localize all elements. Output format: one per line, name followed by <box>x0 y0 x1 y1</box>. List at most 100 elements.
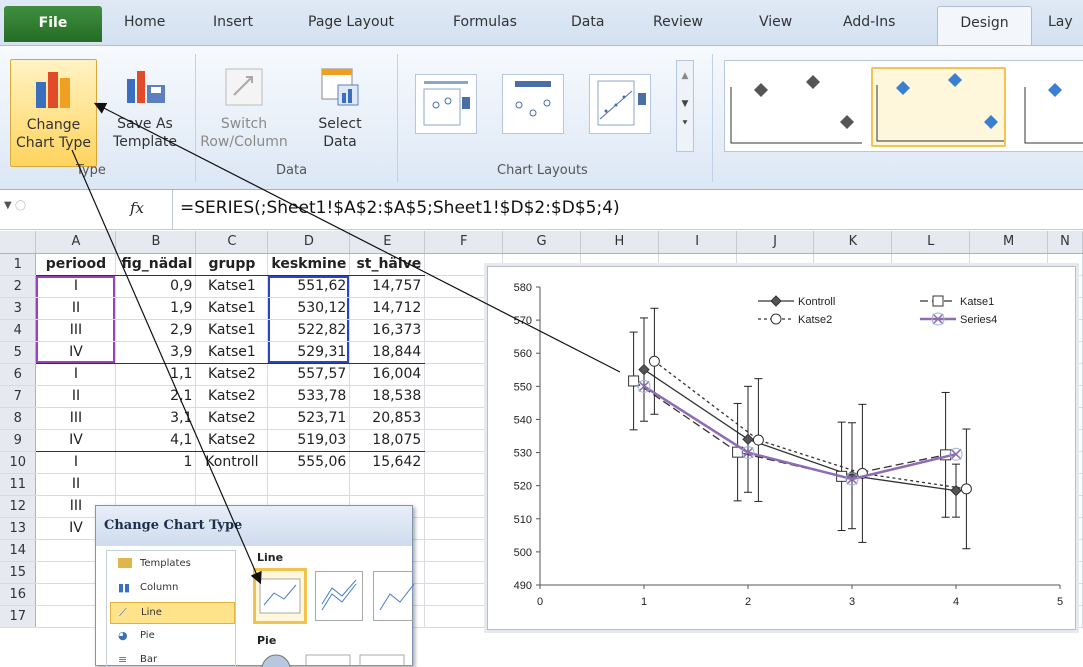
cell[interactable]: IV <box>35 341 117 364</box>
column-header-k[interactable]: K <box>813 231 893 254</box>
cell[interactable] <box>195 473 269 496</box>
line-subtype-2[interactable] <box>315 571 363 621</box>
cell[interactable]: 20,853 <box>349 407 426 430</box>
row-header[interactable]: 7 <box>0 385 37 408</box>
tab-view[interactable]: View <box>759 14 792 46</box>
cell[interactable]: Katse2 <box>195 385 269 408</box>
cell[interactable]: I <box>35 363 117 386</box>
row-header[interactable]: 5 <box>0 341 37 364</box>
cell[interactable]: 555,06 <box>267 451 351 474</box>
select-all-corner[interactable] <box>0 231 37 254</box>
row-header[interactable]: 11 <box>0 473 37 496</box>
row-header[interactable]: 6 <box>0 363 37 386</box>
cell[interactable] <box>349 473 426 496</box>
cell[interactable]: 18,075 <box>349 429 426 452</box>
tab-review[interactable]: Review <box>653 14 703 46</box>
tab-add-ins[interactable]: Add-Ins <box>843 14 895 46</box>
row-header[interactable]: 13 <box>0 517 37 540</box>
cell[interactable]: 14,712 <box>349 297 426 320</box>
row-header[interactable]: 17 <box>0 605 37 628</box>
cell[interactable]: 18,538 <box>349 385 426 408</box>
row-header[interactable]: 15 <box>0 561 37 584</box>
column-header-h[interactable]: H <box>580 231 659 254</box>
cell[interactable]: 3,1 <box>115 407 197 430</box>
change-chart-type-button[interactable]: Change Chart Type <box>10 59 97 167</box>
name-box-dropdown[interactable]: ▼ ◯ <box>4 200 42 220</box>
switch-row-column-button[interactable]: Switch Row/Column <box>200 59 288 167</box>
column-header-g[interactable]: G <box>502 231 581 254</box>
cell[interactable]: 557,57 <box>267 363 351 386</box>
cell[interactable]: II <box>35 297 117 320</box>
cell[interactable]: grupp <box>195 253 269 276</box>
cell[interactable]: 551,62 <box>267 275 351 298</box>
column-header-n[interactable]: N <box>1047 231 1083 254</box>
pie-subtypes[interactable] <box>256 651 406 667</box>
cell[interactable]: 3,9 <box>115 341 197 364</box>
cell[interactable]: 519,03 <box>267 429 351 452</box>
chart-layout-3[interactable] <box>589 74 651 134</box>
column-header-f[interactable]: F <box>424 231 504 254</box>
column-header-c[interactable]: C <box>195 231 269 254</box>
cell[interactable]: 530,12 <box>267 297 351 320</box>
cell[interactable]: Katse1 <box>195 341 269 364</box>
cell[interactable]: 533,78 <box>267 385 351 408</box>
row-header[interactable]: 4 <box>0 319 37 342</box>
tab-data[interactable]: Data <box>571 14 604 46</box>
line-subtype-3[interactable] <box>373 571 415 621</box>
row-header[interactable]: 1 <box>0 253 37 276</box>
column-header-b[interactable]: B <box>115 231 197 254</box>
formula-input[interactable]: =SERIES(;Sheet1!$A$2:$A$5;Sheet1!$D$2:$D… <box>180 198 620 218</box>
cell[interactable]: III <box>35 407 117 430</box>
cell[interactable]: st_hälve <box>349 253 426 276</box>
cell[interactable]: 16,004 <box>349 363 426 386</box>
cell[interactable]: Katse1 <box>195 319 269 342</box>
tab-page-layout[interactable]: Page Layout <box>308 14 394 46</box>
row-header[interactable]: 16 <box>0 583 37 606</box>
cell[interactable]: IV <box>35 429 117 452</box>
cell[interactable]: 523,71 <box>267 407 351 430</box>
save-as-template-button[interactable]: Save As Template <box>104 59 186 167</box>
column-header-e[interactable]: E <box>349 231 426 254</box>
row-header[interactable]: 9 <box>0 429 37 452</box>
cell[interactable]: 1,1 <box>115 363 197 386</box>
cell[interactable]: 15,642 <box>349 451 426 474</box>
cell[interactable]: Katse2 <box>195 429 269 452</box>
cell[interactable]: 4,1 <box>115 429 197 452</box>
cell[interactable]: Kontroll <box>195 451 269 474</box>
cell[interactable]: 529,31 <box>267 341 351 364</box>
select-data-button[interactable]: Select Data <box>300 59 380 167</box>
chart-style-3[interactable] <box>1021 67 1083 147</box>
cell[interactable]: II <box>35 385 117 408</box>
cell[interactable]: 1,9 <box>115 297 197 320</box>
chart-layout-1[interactable] <box>415 74 477 134</box>
cell[interactable]: I <box>35 275 117 298</box>
cell[interactable]: Katse2 <box>195 407 269 430</box>
column-header-m[interactable]: M <box>969 231 1048 254</box>
layout-gallery-scroll[interactable]: ▲ ▼ ⯆ <box>676 60 694 152</box>
cell[interactable]: 16,373 <box>349 319 426 342</box>
cell[interactable]: 0,9 <box>115 275 197 298</box>
dialog-item-templates[interactable]: Templates <box>110 554 235 576</box>
cell[interactable]: III <box>35 319 117 342</box>
column-header-j[interactable]: J <box>736 231 815 254</box>
cell[interactable]: Katse2 <box>195 363 269 386</box>
row-header[interactable]: 12 <box>0 495 37 518</box>
row-header[interactable]: 10 <box>0 451 37 474</box>
cell[interactable]: Katse1 <box>195 275 269 298</box>
cell[interactable]: 2,9 <box>115 319 197 342</box>
column-header-d[interactable]: D <box>267 231 351 254</box>
dialog-item-bar[interactable]: ≡ Bar <box>110 650 235 666</box>
line-subtype-1-selected[interactable] <box>253 568 307 624</box>
column-header-i[interactable]: I <box>658 231 737 254</box>
cell[interactable]: Katse1 <box>195 297 269 320</box>
dialog-item-column[interactable]: ▮▮ Column <box>110 578 235 600</box>
cell[interactable]: I <box>35 451 117 474</box>
row-header[interactable]: 14 <box>0 539 37 562</box>
tab-layout[interactable]: Lay <box>1048 14 1073 46</box>
cell[interactable]: 1 <box>115 451 197 474</box>
cell[interactable]: 2,1 <box>115 385 197 408</box>
tab-formulas[interactable]: Formulas <box>453 14 517 46</box>
chart-area[interactable]: 490 500 510 520 530 540 550 560 570 580 0 1 2 3 4 5 Kont… <box>487 266 1076 630</box>
chart-style-2-selected[interactable] <box>871 67 1006 147</box>
cell[interactable]: fig_nädal <box>115 253 197 276</box>
